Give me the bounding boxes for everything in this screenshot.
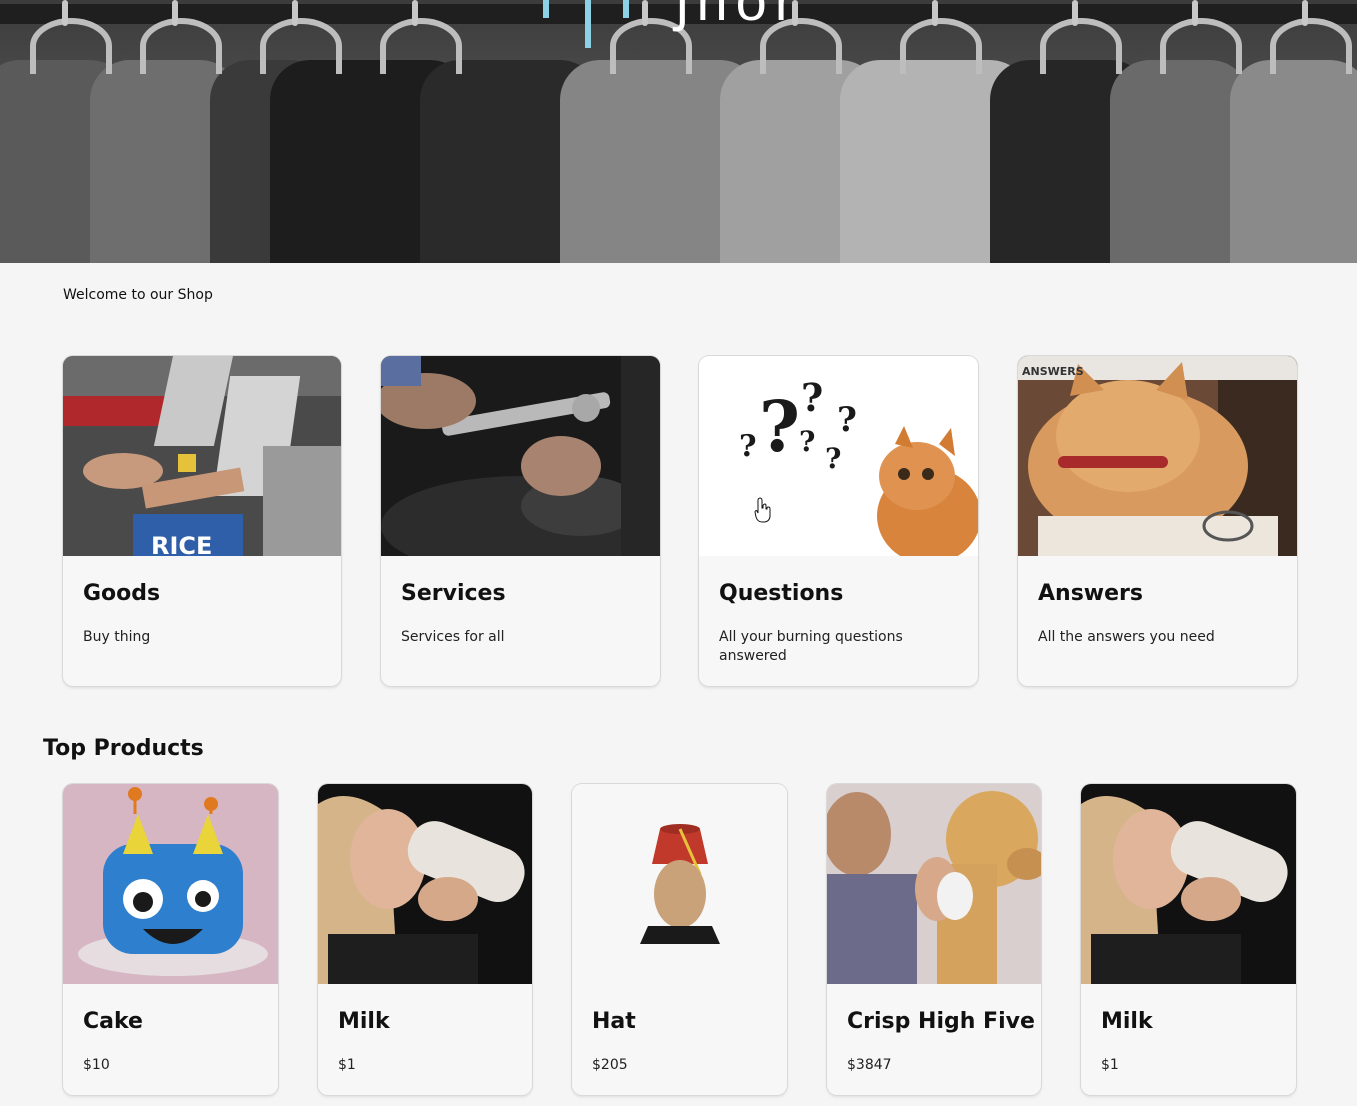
- hanger-hook: [642, 0, 648, 26]
- fez-hat-mannequin-photo: [572, 784, 787, 984]
- product-price: $3847: [847, 1057, 892, 1073]
- category-card-answers[interactable]: ANSWERS Answers All the answers you need: [1018, 356, 1297, 686]
- hanger-hook: [1072, 0, 1078, 26]
- svg-text:?: ?: [799, 425, 815, 458]
- hanger-hook: [1302, 0, 1308, 26]
- category-description: All your burning questions answered: [719, 629, 903, 664]
- woman-drinking-milk-photo: [318, 784, 532, 984]
- category-description: Buy thing: [83, 629, 151, 645]
- question-marks-cat-photo: ? ? ? ? ? ?: [699, 356, 978, 556]
- cat-with-book-photo: ANSWERS: [1018, 356, 1297, 556]
- svg-text:?: ?: [759, 385, 800, 468]
- welcome-text: Welcome to our Shop: [63, 287, 213, 303]
- hanger: [30, 18, 112, 74]
- product-name: Milk: [1101, 1009, 1153, 1034]
- product-card[interactable]: Cake $10: [63, 784, 278, 1095]
- hanger: [140, 18, 222, 74]
- hanger-hook: [292, 0, 298, 26]
- title-accent-bar: [543, 0, 549, 18]
- product-name: Crisp High Five: [847, 1009, 1035, 1034]
- man-dog-high-five-photo: [827, 784, 1041, 984]
- site-title: ʃhor: [676, 0, 802, 32]
- svg-text:?: ?: [825, 442, 841, 475]
- svg-text:RICE: RICE: [151, 532, 212, 556]
- garment: [1110, 60, 1250, 263]
- image-caption: ANSWERS: [1022, 365, 1084, 378]
- hanger-hook: [62, 0, 68, 26]
- hanger-hook: [932, 0, 938, 26]
- hanger-hook: [412, 0, 418, 26]
- product-card[interactable]: Milk $1: [318, 784, 532, 1095]
- hanger: [900, 18, 982, 74]
- hanger: [260, 18, 342, 74]
- garment: [1230, 60, 1357, 263]
- product-price: $1: [338, 1057, 356, 1073]
- woman-drinking-milk-photo: [1081, 784, 1296, 984]
- category-description: Services for all: [401, 629, 505, 645]
- product-card[interactable]: Crisp High Five $3847: [827, 784, 1041, 1095]
- svg-text:?: ?: [801, 375, 823, 420]
- product-name: Milk: [338, 1009, 390, 1034]
- svg-text:?: ?: [739, 429, 757, 464]
- hanger: [380, 18, 462, 74]
- hanger: [1270, 18, 1352, 74]
- category-title: Goods: [83, 581, 161, 606]
- title-accent-bar: [585, 0, 591, 48]
- category-title: Services: [401, 581, 506, 606]
- category-title: Answers: [1038, 581, 1143, 606]
- product-price: $1: [1101, 1057, 1119, 1073]
- hanger-hook: [1192, 0, 1198, 26]
- product-name: Hat: [592, 1009, 636, 1034]
- title-accent-bar: [623, 0, 629, 18]
- category-title: Questions: [719, 581, 844, 606]
- mechanic-wrench-photo: [381, 356, 660, 556]
- category-card-goods[interactable]: RICE Goods Buy thing: [63, 356, 341, 686]
- monster-cake-photo: [63, 784, 278, 984]
- hand-pointer-icon: [754, 497, 772, 523]
- hanger: [1160, 18, 1242, 74]
- product-card[interactable]: Milk $1: [1081, 784, 1296, 1095]
- category-card-services[interactable]: Services Services for all: [381, 356, 660, 686]
- product-price: $205: [592, 1057, 628, 1073]
- category-card-questions[interactable]: ? ? ? ? ? ? Questions All your burning q…: [699, 356, 978, 686]
- hanger: [1040, 18, 1122, 74]
- checkout-counter-photo: RICE: [63, 356, 341, 556]
- category-description: All the answers you need: [1038, 629, 1215, 645]
- product-name: Cake: [83, 1009, 143, 1034]
- top-products-heading: Top Products: [43, 736, 204, 761]
- product-price: $10: [83, 1057, 110, 1073]
- hanger-hook: [172, 0, 178, 26]
- product-card[interactable]: Hat $205: [572, 784, 787, 1095]
- hero-banner: ʃhor: [0, 0, 1357, 263]
- svg-text:?: ?: [837, 400, 857, 440]
